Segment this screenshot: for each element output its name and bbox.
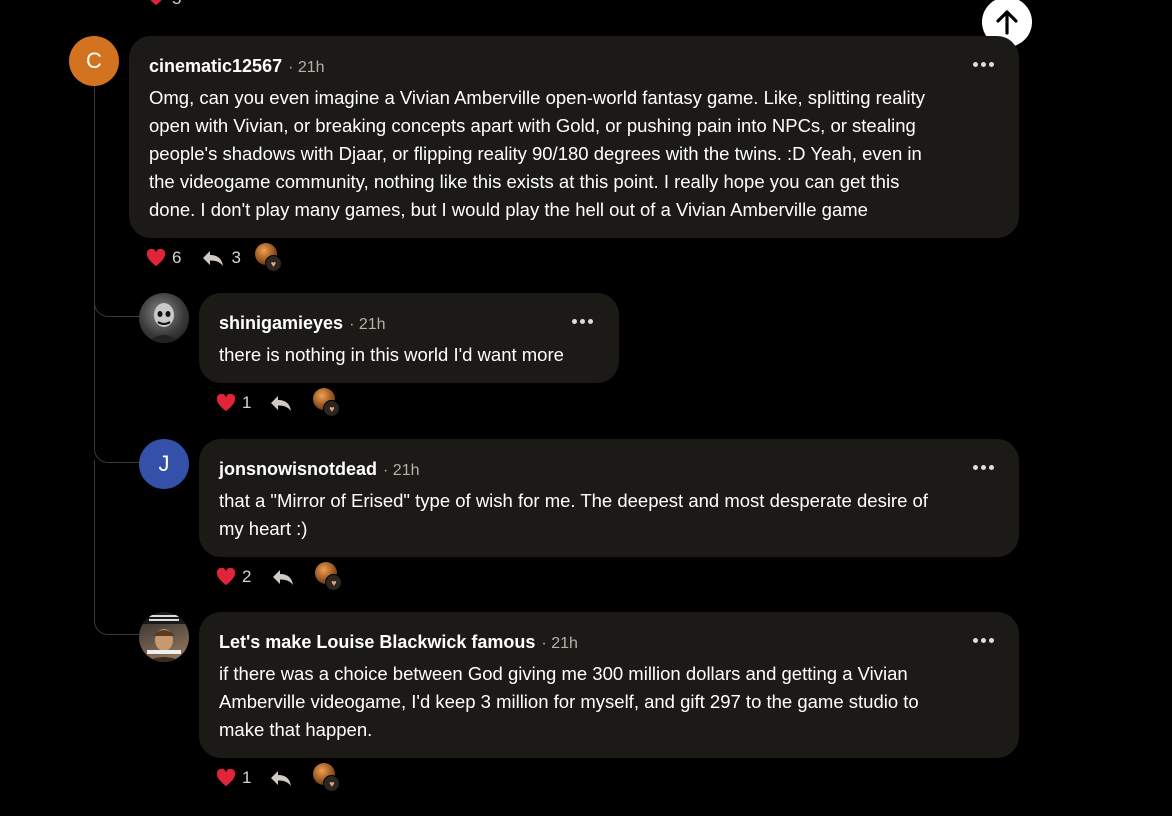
comment-text: Omg, can you even imagine a Vivian Amber… (149, 84, 925, 224)
reply-button[interactable] (269, 393, 293, 413)
comment-bubble: cinematic12567 · 21h Omg, can you even im… (129, 36, 1019, 238)
comment-actions: 1 ♥ (216, 388, 343, 418)
reply-button[interactable] (269, 768, 293, 788)
comment-line: open with Vivian, or breaking concepts a… (149, 115, 916, 136)
comment-text: if there was a choice between God giving… (219, 660, 919, 744)
comment-text: that a "Mirror of Erised" type of wish f… (219, 487, 928, 543)
reply-icon (273, 570, 294, 585)
comment-actions: 1 ♥ (216, 763, 343, 793)
thread-line (94, 86, 95, 296)
meme-avatar-icon (139, 612, 189, 662)
like-button[interactable]: 2 (216, 567, 251, 587)
comment-bubble: Let's make Louise Blackwick famous · 21h … (199, 612, 1019, 758)
comment-bubble: jonsnowisnotdead · 21h that a "Mirror of … (199, 439, 1019, 557)
reply-button[interactable] (271, 567, 295, 587)
username[interactable]: jonsnowisnotdead (219, 459, 377, 480)
more-options-button[interactable] (973, 54, 994, 74)
username[interactable]: Let's make Louise Blackwick famous (219, 632, 535, 653)
timestamp: 21h (392, 462, 420, 479)
comment-line: that a "Mirror of Erised" type of wish f… (219, 490, 928, 511)
avatar[interactable] (139, 293, 189, 343)
heart-icon (146, 249, 166, 267)
heart-icon[interactable] (146, 0, 166, 11)
heart-icon (216, 394, 236, 412)
reply-icon (271, 396, 292, 411)
heart-icon (216, 769, 236, 787)
arrow-up-icon (996, 10, 1018, 35)
comment-line: done. I don't play many games, but I wou… (149, 199, 868, 220)
timestamp: 21h (551, 635, 578, 652)
like-count: 1 (242, 768, 252, 787)
username[interactable]: cinematic12567 (149, 56, 282, 77)
comment-line: make that happen. (219, 719, 373, 740)
comment-line: Amberville videogame, I'd keep 3 million… (219, 691, 919, 712)
like-button[interactable]: 1 (216, 393, 251, 413)
like-count: 2 (242, 567, 252, 586)
comment-line: Omg, can you even imagine a Vivian Amber… (149, 87, 926, 108)
comment-line: people's shadows with Djaar, or flipping… (149, 143, 922, 164)
reply-icon (203, 251, 224, 266)
more-options-button[interactable] (973, 630, 994, 650)
reply-count: 3 (231, 248, 241, 267)
more-options-button[interactable] (973, 457, 994, 477)
reply-button[interactable]: 3 (201, 248, 241, 268)
comment-actions: 6 3 ♥ (146, 243, 285, 273)
comment-actions: 2 ♥ (216, 562, 345, 592)
comment-bubble: shinigamieyes · 21h there is nothing in t… (199, 293, 619, 383)
previous-comment-actions: 5 (146, 0, 181, 12)
like-count: 1 (242, 393, 252, 412)
comment-line: there is nothing in this world I'd want … (219, 344, 564, 365)
comment-text: there is nothing in this world I'd want … (219, 341, 564, 369)
more-options-button[interactable] (572, 311, 593, 331)
like-count: 5 (172, 0, 181, 9)
reactor-avatars[interactable]: ♥ (254, 243, 285, 273)
heart-icon (216, 568, 236, 586)
comment-line: the videogame community, nothing like th… (149, 171, 900, 192)
dark-character-avatar-icon (147, 303, 181, 343)
avatar-letter: C (86, 48, 102, 73)
avatar[interactable]: J (139, 439, 189, 489)
comment-line: my heart :) (219, 518, 308, 539)
reply-icon (271, 771, 292, 786)
reactor-avatars[interactable]: ♥ (315, 562, 345, 592)
reactor-avatars[interactable]: ♥ (313, 388, 343, 418)
timestamp: 21h (358, 316, 386, 333)
like-count: 6 (172, 248, 182, 267)
username[interactable]: shinigamieyes (219, 313, 343, 334)
timestamp: 21h (297, 59, 325, 76)
comment-line: if there was a choice between God giving… (219, 663, 908, 684)
like-button[interactable]: 1 (216, 768, 251, 788)
avatar[interactable]: C (69, 36, 119, 86)
avatar-letter: J (158, 451, 170, 476)
reactor-avatars[interactable]: ♥ (313, 763, 343, 793)
thread-branch (94, 460, 139, 635)
avatar[interactable] (139, 612, 189, 662)
like-button[interactable]: 6 (146, 248, 181, 268)
thread-branch (94, 300, 139, 463)
